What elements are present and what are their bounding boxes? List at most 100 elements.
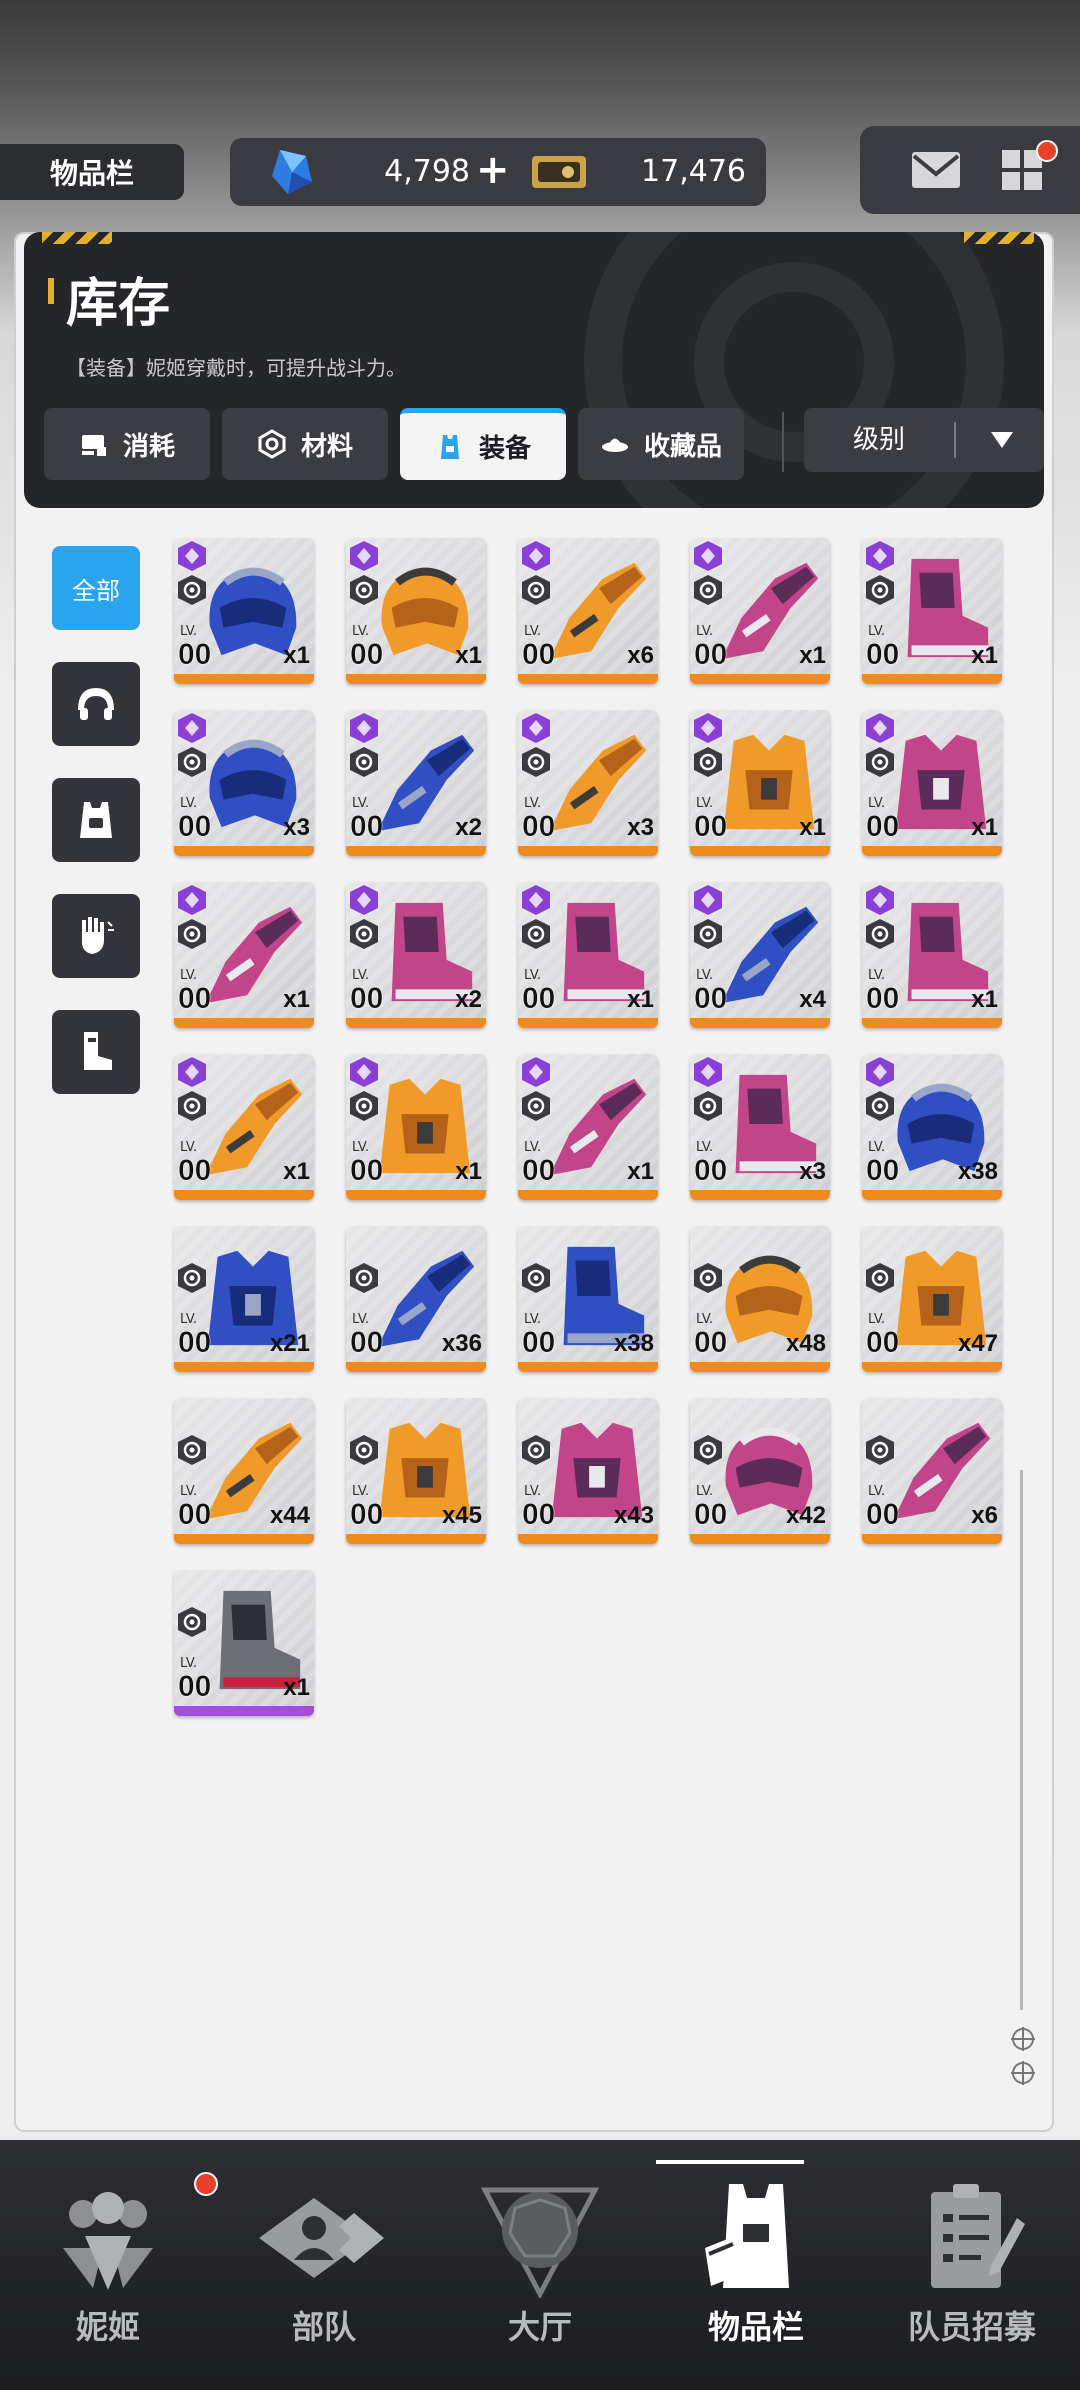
sort-dropdown[interactable]: 级别 [804, 408, 1044, 472]
item-level-label: LV. [868, 796, 886, 811]
equipment-item[interactable]: LV. 00 x1 [690, 538, 830, 684]
tab-material[interactable]: 材料 [222, 408, 388, 480]
equipment-item[interactable]: LV. 00 x48 [690, 1226, 830, 1372]
top-bar: 物品栏 4,798 + 17,476 [0, 0, 1080, 230]
crosshair-icon [1011, 2061, 1035, 2085]
item-level-label: LV. [352, 1484, 370, 1499]
tab-collection[interactable]: 收藏品 [578, 408, 744, 480]
rarity-badge-icon [866, 713, 894, 743]
equipment-item[interactable]: LV. 00 x45 [346, 1398, 486, 1544]
item-quantity: x21 [269, 1330, 310, 1357]
equipment-item[interactable]: LV. 00 x4 [690, 882, 830, 1028]
equipment-item[interactable]: LV. 00 x1 [346, 1054, 486, 1200]
add-gems-button[interactable]: + [476, 148, 510, 192]
item-quantity: x1 [799, 642, 826, 669]
class-badge-icon [522, 1091, 550, 1121]
equipment-item[interactable]: LV. 00 x6 [518, 538, 658, 684]
equipment-item[interactable]: LV. 00 x1 [174, 1570, 314, 1716]
item-quantity: x6 [627, 642, 654, 669]
equipment-item[interactable]: LV. 00 x44 [174, 1398, 314, 1544]
item-level: 00 [350, 1154, 384, 1188]
item-level: 00 [866, 810, 900, 844]
tab-equipment[interactable]: 装备 [400, 408, 566, 480]
equipment-item[interactable]: LV. 00 x1 [518, 882, 658, 1028]
equipment-item[interactable]: LV. 00 x1 [518, 1054, 658, 1200]
equipment-item[interactable]: LV. 00 x1 [862, 710, 1002, 856]
item-level: 00 [178, 810, 212, 844]
title-accent [48, 278, 54, 304]
class-badge-icon [522, 747, 550, 777]
item-level: 00 [178, 982, 212, 1016]
rarity-badge-icon [866, 541, 894, 571]
class-badge-icon [694, 1091, 722, 1121]
equipment-item[interactable]: LV. 00 x1 [690, 710, 830, 856]
tab-consumable[interactable]: 消耗 [44, 408, 210, 480]
tab-equipment-label: 装备 [478, 434, 531, 464]
class-badge-icon [522, 1435, 550, 1465]
equipment-item[interactable]: LV. 00 x42 [690, 1398, 830, 1544]
equipment-item[interactable]: LV. 00 x43 [518, 1398, 658, 1544]
item-level: 00 [350, 638, 384, 672]
filter-glove[interactable] [52, 894, 140, 978]
item-level: 00 [866, 982, 900, 1016]
equipment-item[interactable]: LV. 00 x1 [174, 538, 314, 684]
item-level-label: LV. [696, 968, 714, 983]
equipment-item[interactable]: LV. 00 x21 [174, 1226, 314, 1372]
page-title: 库存 [66, 274, 171, 334]
material-icon [258, 429, 286, 459]
nav-inventory[interactable]: 物品栏 [648, 2140, 864, 2390]
nav-squad[interactable]: 部队 [216, 2140, 432, 2390]
filter-helmet[interactable] [52, 662, 140, 746]
nav-lobby[interactable]: 大厅 [432, 2140, 648, 2390]
item-quantity: x1 [627, 1158, 654, 1185]
equipment-item[interactable]: LV. 00 x1 [862, 882, 1002, 1028]
rarity-badge-icon [866, 1057, 894, 1087]
equipment-item[interactable]: LV. 00 x38 [518, 1226, 658, 1372]
equipment-item[interactable]: LV. 00 x1 [346, 538, 486, 684]
scrollbar[interactable] [1020, 1470, 1023, 2010]
nav-nikke[interactable]: 妮姬 [0, 2140, 216, 2390]
item-quantity: x3 [283, 814, 310, 841]
equipment-item[interactable]: LV. 00 x2 [346, 710, 486, 856]
rarity-badge-icon [350, 541, 378, 571]
filter-all[interactable]: 全部 [52, 546, 140, 630]
mail-icon[interactable] [910, 150, 962, 190]
nikke-notification-dot [194, 2172, 218, 2196]
filter-armor[interactable] [52, 778, 140, 862]
squad-icon [259, 2198, 384, 2278]
class-badge-icon [350, 575, 378, 605]
boot-icon [84, 1032, 112, 1070]
item-quantity: x1 [971, 814, 998, 841]
item-quantity: x3 [799, 1158, 826, 1185]
item-level: 00 [694, 982, 728, 1016]
filter-boot[interactable] [52, 1010, 140, 1094]
item-level: 00 [866, 1326, 900, 1360]
equipment-item[interactable]: LV. 00 x47 [862, 1226, 1002, 1372]
equipment-item[interactable]: LV. 00 x3 [518, 710, 658, 856]
class-badge-icon [350, 1435, 378, 1465]
rarity-badge-icon [522, 713, 550, 743]
class-badge-icon [866, 1435, 894, 1465]
equipment-item[interactable]: LV. 00 x38 [862, 1054, 1002, 1200]
rarity-badge-icon [694, 713, 722, 743]
item-level-label: LV. [180, 1140, 198, 1155]
chevron-down-icon [972, 408, 1032, 472]
equipment-item[interactable]: LV. 00 x3 [174, 710, 314, 856]
equipment-item[interactable]: LV. 00 x6 [862, 1398, 1002, 1544]
nav-recruit[interactable]: 队员招募 [864, 2140, 1080, 2390]
item-quantity: x2 [455, 814, 482, 841]
item-level: 00 [178, 1498, 212, 1532]
equipment-item[interactable]: LV. 00 x1 [862, 538, 1002, 684]
item-level: 00 [522, 810, 556, 844]
equipment-item[interactable]: LV. 00 x1 [174, 1054, 314, 1200]
equipment-item[interactable]: LV. 00 x36 [346, 1226, 486, 1372]
equipment-item[interactable]: LV. 00 x2 [346, 882, 486, 1028]
item-level: 00 [178, 1670, 212, 1704]
item-level: 00 [694, 1326, 728, 1360]
equipment-item[interactable]: LV. 00 x3 [690, 1054, 830, 1200]
item-level: 00 [694, 810, 728, 844]
equipment-item[interactable]: LV. 00 x1 [174, 882, 314, 1028]
item-quantity: x1 [283, 986, 310, 1013]
helmet-icon [78, 688, 114, 720]
credit-icon [532, 156, 586, 188]
